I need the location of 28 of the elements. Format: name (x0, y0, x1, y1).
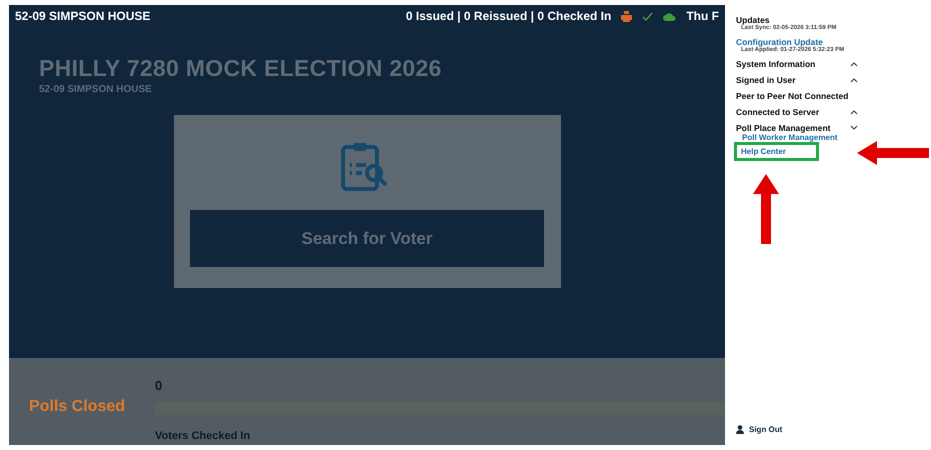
arrow-annotation (753, 174, 779, 244)
ballot-counts: 0 Issued | 0 Reissued | 0 Checked In (406, 9, 612, 23)
menu-item[interactable]: Signed in User (736, 75, 796, 85)
menu-item[interactable]: System Information (736, 59, 816, 69)
date-text: Thu F (686, 9, 719, 23)
polls-status: Polls Closed (29, 398, 126, 416)
check-icon (642, 12, 654, 20)
chevron-up-icon[interactable] (850, 77, 858, 83)
election-title: PHILLY 7280 MOCK ELECTION 2026 (39, 55, 443, 82)
election-subtitle: 52-09 SIMPSON HOUSE (39, 84, 153, 95)
printer-icon (621, 10, 632, 22)
menu-item[interactable]: Connected to Server (736, 107, 820, 117)
menu-item[interactable]: Updates (736, 15, 770, 25)
arrow-annotation (857, 141, 929, 165)
chevron-down-icon[interactable] (850, 125, 858, 131)
user-icon (736, 425, 744, 434)
polling-place-name: 52-09 SIMPSON HOUSE (15, 9, 150, 23)
checked-in-label: Voters Checked In (155, 430, 252, 442)
checked-in-count: 0 (155, 377, 164, 395)
chevron-up-icon[interactable] (850, 61, 858, 67)
sign-out-button[interactable]: Sign Out (736, 425, 782, 434)
cloud-icon (663, 12, 676, 20)
submenu-link[interactable]: Poll Worker Management (736, 133, 838, 142)
menu-link[interactable]: Configuration Update (736, 37, 823, 47)
chevron-up-icon[interactable] (850, 109, 858, 115)
menu-item[interactable]: Poll Place Management (736, 123, 830, 133)
menu-item[interactable]: Peer to Peer Not Connected (736, 91, 848, 101)
submenu-link[interactable]: Help Center (734, 142, 819, 161)
